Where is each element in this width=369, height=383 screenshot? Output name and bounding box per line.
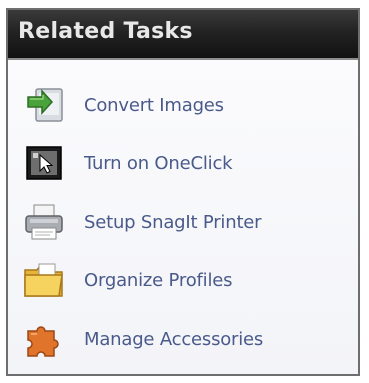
task-setup-snagit-printer[interactable]: Setup SnagIt Printer <box>22 200 342 244</box>
task-label: Organize Profiles <box>84 269 233 291</box>
task-list: Convert Images Turn on OneClick Setup Sn… <box>8 60 358 374</box>
task-manage-accessories[interactable]: Manage Accessories <box>22 317 342 361</box>
task-label: Convert Images <box>84 94 224 116</box>
task-turn-on-oneclick[interactable]: Turn on OneClick <box>22 141 342 185</box>
panel-header: Related Tasks <box>8 10 358 60</box>
task-convert-images[interactable]: Convert Images <box>22 83 342 127</box>
task-organize-profiles[interactable]: Organize Profiles <box>22 258 342 302</box>
task-label: Manage Accessories <box>84 328 264 350</box>
oneclick-icon <box>22 143 66 183</box>
task-label: Turn on OneClick <box>84 152 233 174</box>
puzzle-piece-icon <box>22 319 66 359</box>
folder-icon <box>22 260 66 300</box>
panel-title: Related Tasks <box>18 19 193 44</box>
printer-icon <box>22 202 66 242</box>
convert-images-icon <box>22 85 66 125</box>
related-tasks-panel: Related Tasks Convert Images Turn on One… <box>6 8 360 376</box>
task-label: Setup SnagIt Printer <box>84 211 262 233</box>
